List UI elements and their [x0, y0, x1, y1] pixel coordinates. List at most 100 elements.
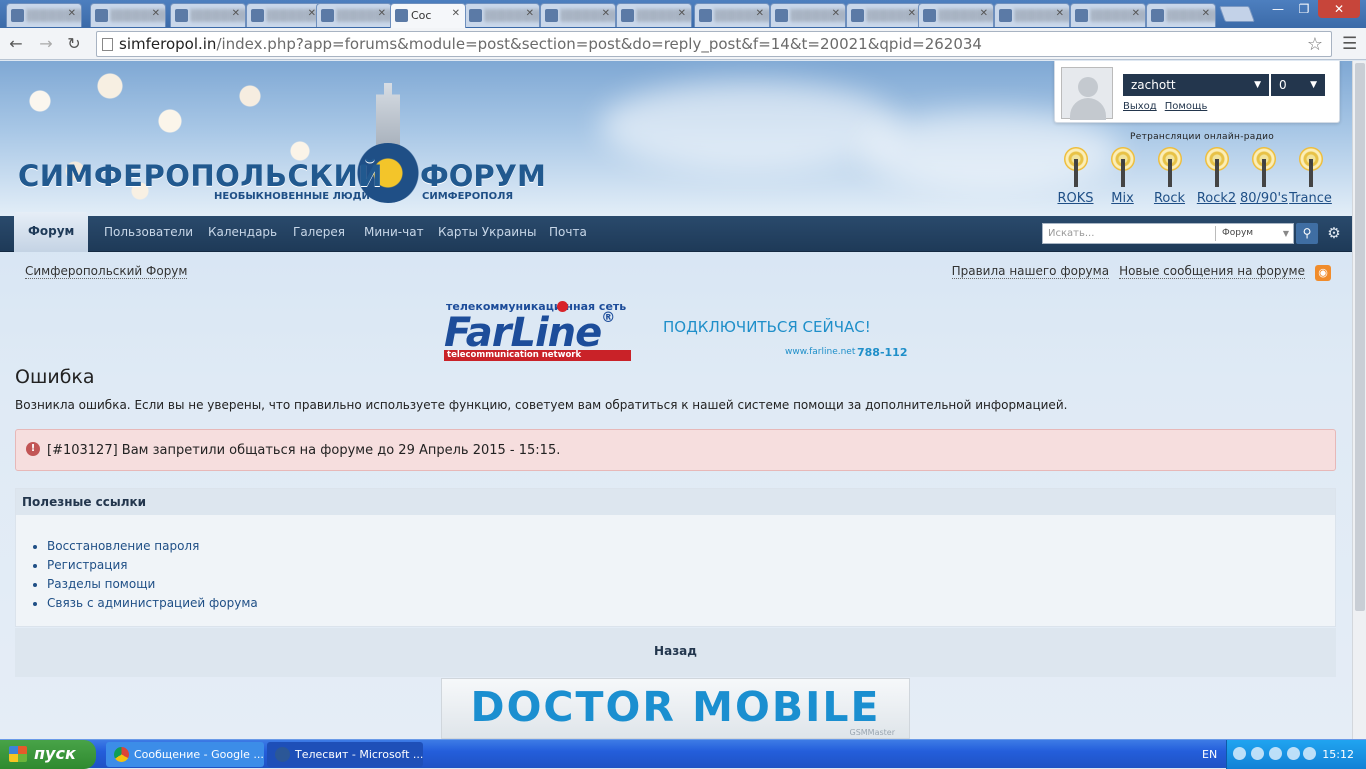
browser-tab[interactable]: ░░░░░░░░✕: [246, 3, 322, 27]
reload-icon[interactable]: ↻: [64, 34, 84, 54]
radio-station[interactable]: 80/90's: [1240, 147, 1288, 206]
radio-station[interactable]: ROKS: [1052, 147, 1099, 206]
tab-close-icon[interactable]: ✕: [602, 8, 610, 19]
radio-station-link[interactable]: ROKS: [1052, 191, 1099, 206]
search-scope-select[interactable]: Форум ▼: [1215, 226, 1291, 241]
radio-station-link[interactable]: Rock: [1146, 191, 1193, 206]
browser-tab[interactable]: ░░░░░░░░✕: [90, 3, 166, 27]
new-tab-button[interactable]: [1219, 6, 1255, 22]
browser-tab[interactable]: ░░░░░░░░✕: [616, 3, 692, 27]
browser-tab[interactable]: ░░░░░░░░✕: [170, 3, 246, 27]
browser-tab[interactable]: ░░░░░░░░✕: [994, 3, 1070, 27]
back-arrow-icon[interactable]: ←: [6, 34, 26, 54]
tab-close-icon[interactable]: ✕: [232, 8, 240, 19]
close-window-icon[interactable]: ✕: [1318, 0, 1360, 18]
search-input[interactable]: Искать... Форум ▼: [1042, 223, 1294, 244]
restore-icon[interactable]: ❐: [1292, 0, 1316, 18]
logout-link[interactable]: Выход: [1123, 101, 1157, 112]
network-icon[interactable]: [1251, 747, 1264, 760]
forum-rules-link[interactable]: Правила нашего форума: [951, 264, 1110, 279]
clock[interactable]: 15:12: [1322, 748, 1354, 761]
search-button[interactable]: ⚲: [1296, 223, 1318, 244]
logo-text-left[interactable]: СИМФЕРОПОЛЬСКИЙ: [18, 159, 383, 193]
useful-link[interactable]: Связь с администрацией форума: [47, 596, 258, 610]
radio-station[interactable]: Mix: [1099, 147, 1146, 206]
breadcrumb[interactable]: Симферопольский Форум: [25, 264, 188, 279]
tab-close-icon[interactable]: ✕: [526, 8, 534, 19]
taskbar-button[interactable]: Телесвит - Microsoft ...: [267, 742, 423, 767]
help-link[interactable]: Помощь: [1165, 101, 1208, 112]
nav-item[interactable]: Карты Украины: [438, 216, 536, 252]
browser-tab[interactable]: ░░░░░░░░✕: [694, 3, 770, 27]
logo-tagline-left: НЕОБЫКНОВЕННЫЕ ЛЮДИ: [214, 191, 370, 202]
address-bar[interactable]: simferopol.in/index.php?app=forums&modul…: [96, 31, 1332, 57]
rss-icon[interactable]: ◉: [1315, 265, 1331, 281]
useful-link[interactable]: Восстановление пароля: [47, 539, 199, 553]
tray-arrow-icon[interactable]: [1233, 747, 1246, 760]
nav-item[interactable]: Почта: [549, 216, 587, 252]
farline-ad-banner[interactable]: телекоммуникаци нная сеть FarLine® telec…: [444, 300, 910, 364]
doctor-mobile-ad-banner[interactable]: DOCTOR MOBILE GSMMaster: [441, 678, 910, 739]
radio-station-link[interactable]: Rock2: [1193, 191, 1240, 206]
tab-close-icon[interactable]: ✕: [1056, 8, 1064, 19]
browser-tab[interactable]: ░░░░░░░░✕: [6, 3, 82, 27]
start-button[interactable]: пуск: [0, 740, 96, 769]
nav-item[interactable]: Мини-чат: [364, 216, 424, 252]
tab-close-icon[interactable]: ✕: [152, 8, 160, 19]
chrome-menu-icon[interactable]: ☰: [1342, 34, 1357, 54]
browser-tab[interactable]: Сос ✕: [390, 3, 466, 28]
browser-tab[interactable]: ░░░░░░░░✕: [846, 3, 922, 27]
radio-station[interactable]: Trance: [1287, 147, 1334, 206]
taskbar-button[interactable]: Сообщение - Google ...: [106, 742, 264, 767]
language-indicator[interactable]: EN: [1202, 748, 1217, 761]
minimize-icon[interactable]: —: [1266, 0, 1290, 18]
tab-close-icon[interactable]: ✕: [68, 8, 76, 19]
security-icon[interactable]: [1269, 747, 1282, 760]
tab-close-icon[interactable]: ✕: [980, 8, 988, 19]
radio-station-link[interactable]: Trance: [1287, 191, 1334, 206]
tab-close-icon[interactable]: ✕: [678, 8, 686, 19]
useful-link[interactable]: Регистрация: [47, 558, 127, 572]
tab-close-icon[interactable]: ✕: [452, 8, 460, 19]
bluetooth-icon[interactable]: [1287, 747, 1300, 760]
tab-close-icon[interactable]: ✕: [908, 8, 916, 19]
browser-tab[interactable]: ░░░░░░░░✕: [316, 3, 392, 27]
logo-text-right[interactable]: ФОРУМ: [420, 159, 546, 193]
username-dropdown[interactable]: zachott ▼: [1123, 74, 1269, 96]
nav-item[interactable]: Галерея: [293, 216, 345, 252]
page-scrollbar[interactable]: [1352, 61, 1366, 739]
back-bar: Назад: [15, 628, 1336, 677]
browser-tab[interactable]: ░░░░░░░░✕: [770, 3, 846, 27]
tab-close-icon[interactable]: ✕: [756, 8, 764, 19]
tab-close-icon[interactable]: ✕: [832, 8, 840, 19]
avatar[interactable]: [1061, 67, 1113, 120]
browser-tab[interactable]: ░░░░░░░░✕: [1070, 3, 1146, 27]
tab-close-icon[interactable]: ✕: [1132, 8, 1140, 19]
tab-close-icon[interactable]: ✕: [378, 8, 386, 19]
radio-station[interactable]: Rock: [1146, 147, 1193, 206]
volume-icon[interactable]: [1303, 747, 1316, 760]
radio-station-link[interactable]: 80/90's: [1240, 191, 1288, 206]
radio-station-link[interactable]: Mix: [1099, 191, 1146, 206]
tab-close-icon[interactable]: ✕: [308, 8, 316, 19]
browser-tab[interactable]: ░░░░░░░░✕: [540, 3, 616, 27]
nav-item[interactable]: Пользователи: [104, 216, 193, 252]
forward-arrow-icon[interactable]: →: [36, 34, 56, 54]
scrollbar-thumb[interactable]: [1355, 63, 1365, 611]
nav-item[interactable]: Календарь: [208, 216, 277, 252]
notifications-dropdown[interactable]: 0 ▼: [1271, 74, 1325, 96]
browser-tab[interactable]: ░░░░░░░░✕: [918, 3, 994, 27]
back-link[interactable]: Назад: [654, 644, 697, 658]
nav-item[interactable]: Форум: [14, 212, 89, 252]
browser-tab[interactable]: ░░░░░░░░✕: [464, 3, 540, 27]
list-item: Регистрация: [47, 556, 1335, 575]
browser-tab[interactable]: ░░░░░░░░✕: [1146, 3, 1216, 27]
useful-link[interactable]: Разделы помощи: [47, 577, 155, 591]
site-banner: СИМФЕРОПОЛЬСКИЙ ФОРУМ НЕОБЫКНОВЕННЫЕ ЛЮД…: [0, 61, 1352, 216]
chrome-icon: [114, 747, 129, 762]
new-posts-link[interactable]: Новые сообщения на форуме: [1119, 264, 1305, 279]
gear-icon[interactable]: ⚙: [1324, 223, 1344, 244]
bookmark-star-icon[interactable]: ☆: [1307, 33, 1323, 57]
radio-station[interactable]: Rock2: [1193, 147, 1240, 206]
tab-close-icon[interactable]: ✕: [1202, 8, 1210, 19]
